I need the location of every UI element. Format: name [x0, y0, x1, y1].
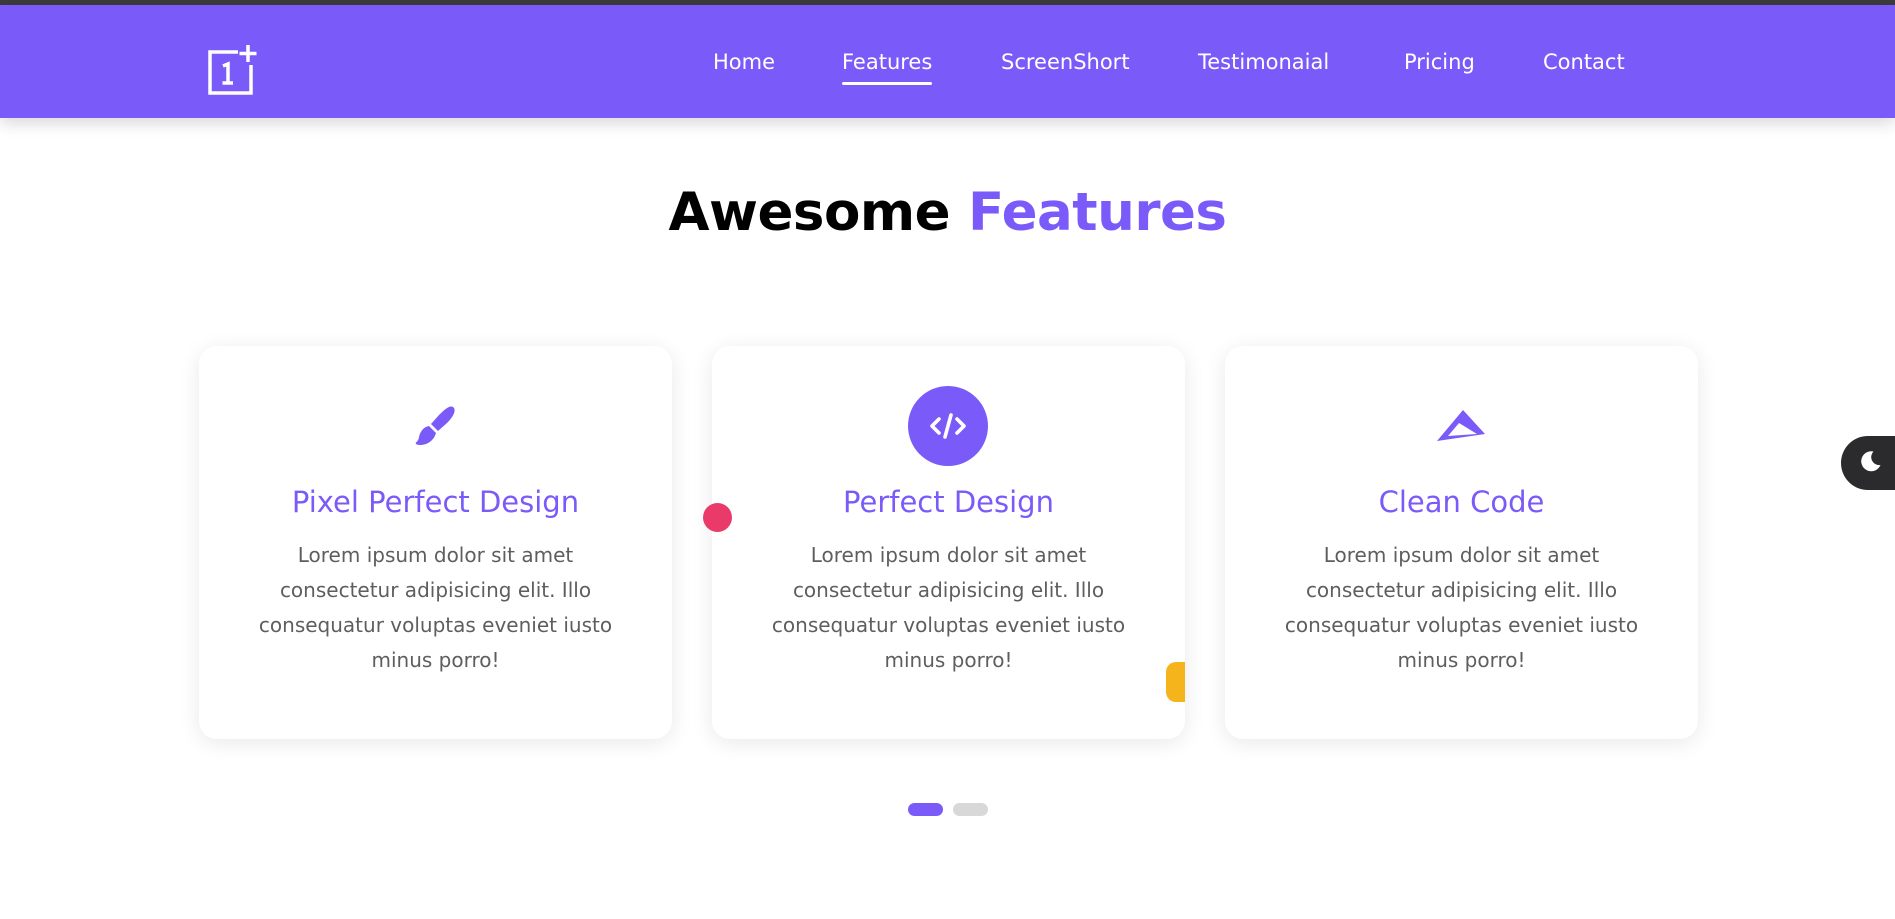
feature-card-clean-code: Clean Code Lorem ipsum dolor sit amet co…: [1225, 346, 1698, 739]
theme-toggle-button[interactable]: [1841, 436, 1895, 490]
nav-features[interactable]: Features: [842, 47, 933, 85]
oneplus-logo-icon[interactable]: [206, 43, 260, 97]
decorative-pink-dot: [703, 503, 732, 532]
nav-testimonaial[interactable]: Testimonaial: [1198, 47, 1329, 77]
section-title-main: Awesome: [668, 182, 951, 243]
moon-icon: [1860, 450, 1882, 476]
paper-plane-icon: [1421, 386, 1501, 466]
section-title: Awesome Features: [0, 178, 1895, 248]
carousel-dot-2[interactable]: [953, 803, 988, 816]
nav-screenshort[interactable]: ScreenShort: [1001, 47, 1130, 77]
paint-brush-icon: [395, 386, 475, 466]
feature-card-pixel-perfect: Pixel Perfect Design Lorem ipsum dolor s…: [199, 346, 672, 739]
nav-contact[interactable]: Contact: [1543, 47, 1625, 77]
section-title-accent: Features: [968, 182, 1227, 243]
card-text: Lorem ipsum dolor sit amet consectetur a…: [1284, 543, 1639, 672]
card-title: Perfect Design: [843, 485, 1054, 519]
feature-card-perfect-design: Perfect Design Lorem ipsum dolor sit ame…: [712, 346, 1185, 739]
card-text: Lorem ipsum dolor sit amet consectetur a…: [258, 543, 613, 672]
nav-home[interactable]: Home: [713, 47, 775, 77]
nav-pricing[interactable]: Pricing: [1404, 47, 1475, 77]
card-title: Clean Code: [1378, 485, 1545, 519]
card-title: Pixel Perfect Design: [291, 485, 580, 519]
code-icon: [908, 386, 988, 466]
carousel-dot-1[interactable]: [908, 803, 943, 816]
card-text: Lorem ipsum dolor sit amet consectetur a…: [771, 543, 1126, 672]
navbar: Home Features ScreenShort Testimonaial P…: [0, 5, 1895, 118]
decorative-yellow-tab: [1166, 662, 1185, 702]
